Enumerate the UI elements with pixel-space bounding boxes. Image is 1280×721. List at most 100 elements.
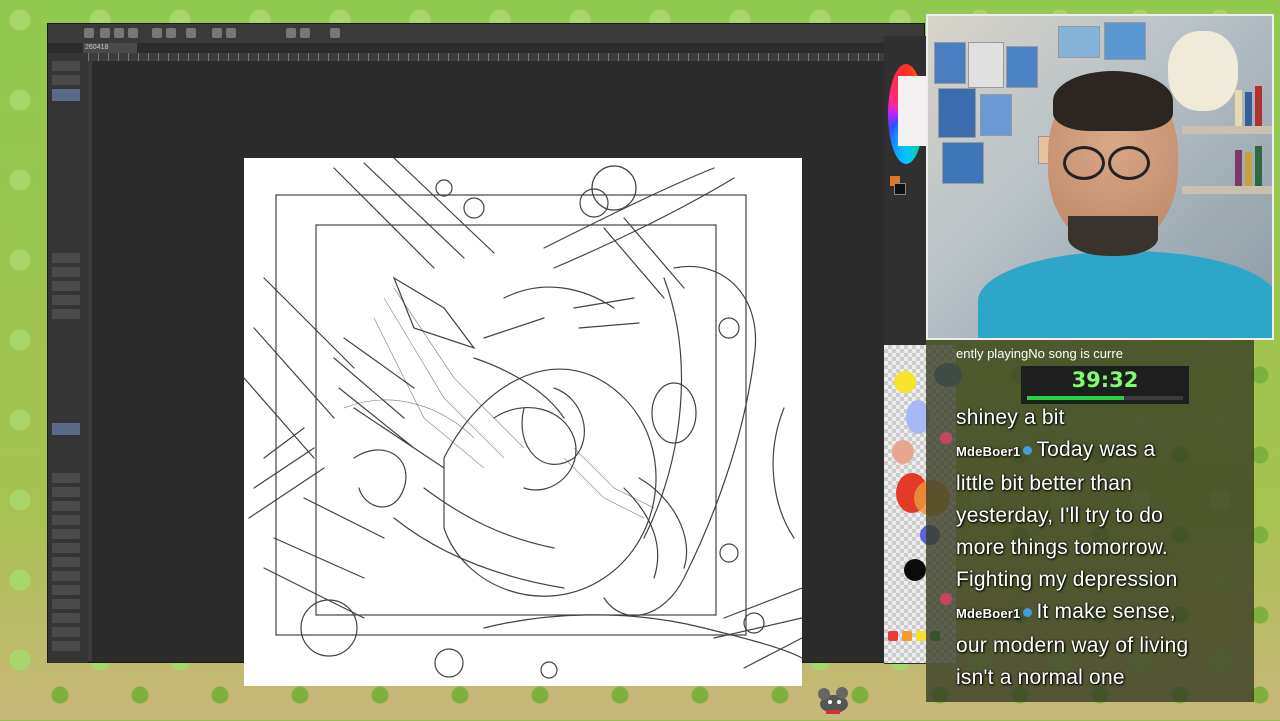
upload-icon[interactable] <box>128 28 138 38</box>
pen-icon[interactable] <box>286 28 296 38</box>
wall-poster <box>1058 26 1100 58</box>
clip-studio-window: 260418 <box>47 23 928 686</box>
sub-tool-item[interactable] <box>52 543 80 553</box>
color-chip[interactable] <box>902 631 912 641</box>
brush-size-slot[interactable] <box>52 295 80 305</box>
chat-text: shiney a bit <box>956 406 1065 429</box>
chat-username: MdeBoer1 <box>956 444 1021 459</box>
chat-line: shiney a bit <box>956 402 1256 434</box>
person-beard <box>1068 216 1158 256</box>
mod-badge-icon <box>940 432 952 444</box>
chat-line: MdeBoer1 Today was a <box>956 434 1256 468</box>
ruler-icon[interactable] <box>300 28 310 38</box>
tool-button[interactable] <box>52 61 80 71</box>
brush-size-slot[interactable] <box>52 253 80 263</box>
book <box>1245 92 1252 126</box>
chat-line: more things tomorrow. <box>956 532 1256 564</box>
sub-tool-item[interactable] <box>52 529 80 539</box>
wall-poster <box>938 88 976 138</box>
sub-tool-item[interactable] <box>52 473 80 483</box>
chat-text: yesterday, I'll try to do <box>956 504 1164 527</box>
pixel-mouse-mascot-icon <box>812 684 854 716</box>
brush-size-selected[interactable] <box>52 423 80 435</box>
color-blob[interactable] <box>894 371 916 393</box>
sub-tool-item[interactable] <box>52 487 80 497</box>
book <box>1235 150 1242 186</box>
now-playing-ticker: ently playingNo song is curre <box>956 346 1123 361</box>
chat-text: It make sense, <box>1036 600 1176 623</box>
grid-icon[interactable] <box>330 28 340 38</box>
book <box>1255 146 1262 186</box>
chat-line: our modern way of living <box>956 630 1256 662</box>
chat-text: our modern way of living <box>956 634 1189 657</box>
sub-tool-item[interactable] <box>52 613 80 623</box>
color-chip[interactable] <box>916 631 926 641</box>
chat-line: little bit better than <box>956 468 1256 500</box>
canvas-area[interactable] <box>92 61 882 686</box>
chat-messages: shiney a bit MdeBoer1 Today was a little … <box>956 402 1256 694</box>
color-blob[interactable] <box>904 559 926 581</box>
mod-badge-icon <box>940 593 952 605</box>
open-file-icon[interactable] <box>100 28 110 38</box>
stream-timer: 39:32 <box>1021 366 1189 404</box>
wall-poster <box>1006 46 1038 88</box>
color-blob[interactable] <box>892 440 914 464</box>
save-icon[interactable] <box>114 28 124 38</box>
sub-tool-item[interactable] <box>52 501 80 511</box>
redo-icon[interactable] <box>166 28 176 38</box>
horizontal-ruler <box>88 53 884 61</box>
chat-line: yesterday, I'll try to do <box>956 500 1256 532</box>
sub-tool-item[interactable] <box>52 599 80 609</box>
settings-icon[interactable] <box>186 28 196 38</box>
book <box>1245 152 1252 186</box>
brush-size-slot[interactable] <box>52 281 80 291</box>
chat-line: isn't a normal one <box>956 662 1256 694</box>
brush-size-slot[interactable] <box>52 267 80 277</box>
bookshelf <box>1182 126 1272 134</box>
book <box>1235 90 1242 126</box>
wall-poster <box>980 94 1012 136</box>
transform-icon[interactable] <box>226 28 236 38</box>
glasses-left <box>1063 146 1105 180</box>
sub-tool-item[interactable] <box>52 641 80 651</box>
sub-tool-item[interactable] <box>52 571 80 581</box>
chat-text: isn't a normal one <box>956 666 1125 689</box>
background-color-swatch[interactable] <box>894 183 906 195</box>
webcam-feed <box>926 14 1274 340</box>
glasses-right <box>1108 146 1150 180</box>
chat-text: little bit better than <box>956 472 1132 495</box>
sub-tool-item[interactable] <box>52 627 80 637</box>
tool-button-active[interactable] <box>52 89 80 101</box>
wall-poster <box>968 42 1004 88</box>
timer-progress-fill <box>1027 396 1124 400</box>
book <box>1255 86 1262 126</box>
wall-poster <box>942 142 984 184</box>
timer-progress-track <box>1027 396 1183 400</box>
sub-tool-item[interactable] <box>52 585 80 595</box>
user-badge-icon <box>1023 445 1033 455</box>
new-file-icon[interactable] <box>84 28 94 38</box>
chat-text: Fighting my depression <box>956 568 1178 591</box>
wall-poster <box>1104 22 1146 60</box>
document-tab[interactable]: 260418 <box>83 43 137 53</box>
chat-text: Today was a <box>1036 438 1156 461</box>
undo-icon[interactable] <box>152 28 162 38</box>
toolbar <box>48 24 924 43</box>
sub-tool-item[interactable] <box>52 515 80 525</box>
tool-palette <box>48 53 88 663</box>
chat-username: MdeBoer1 <box>956 606 1021 621</box>
sub-tool-item[interactable] <box>52 557 80 567</box>
color-chip[interactable] <box>888 631 898 641</box>
person-hair <box>1053 71 1173 131</box>
fill-icon[interactable] <box>212 28 222 38</box>
pencil-sketch <box>244 158 802 679</box>
chat-text: more things tomorrow. <box>956 536 1168 559</box>
wall-poster <box>934 42 966 84</box>
tool-button[interactable] <box>52 75 80 85</box>
plush-toy <box>1168 31 1238 111</box>
brush-size-slot[interactable] <box>52 309 80 319</box>
color-wheel[interactable] <box>888 64 928 164</box>
chat-line: MdeBoer1 It make sense, <box>956 596 1256 630</box>
person-shirt <box>978 251 1272 338</box>
sketch-canvas[interactable] <box>244 158 802 686</box>
